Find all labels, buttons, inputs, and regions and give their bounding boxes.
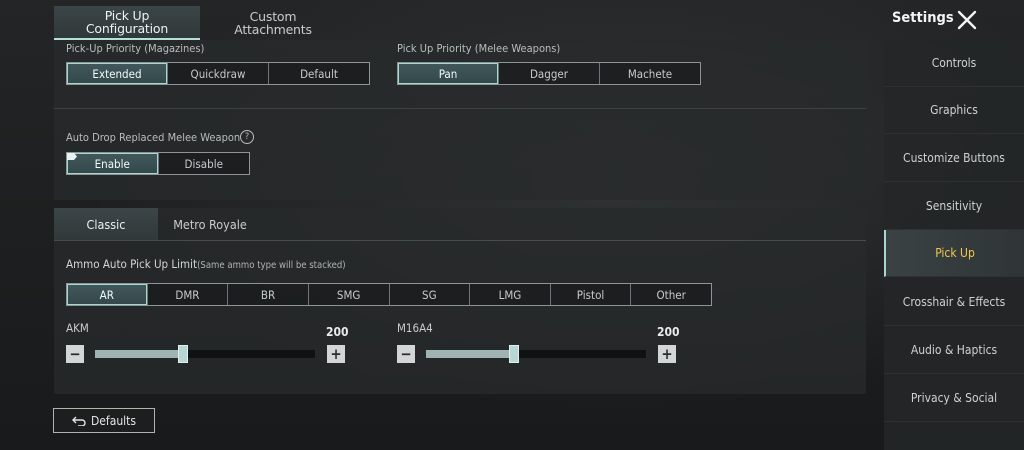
help-icon[interactable]: ? xyxy=(240,130,254,144)
sidebar-item-pick-up[interactable]: Pick Up xyxy=(884,230,1024,277)
decrease-button[interactable]: − xyxy=(397,345,415,363)
increase-button[interactable]: + xyxy=(327,345,345,363)
akm-slider-track[interactable] xyxy=(95,350,315,358)
tab-classic[interactable]: Classic xyxy=(54,208,158,240)
top-tab-bar: Pick Up Configuration Custom Attachments xyxy=(54,6,346,40)
tab-label: Custom Attachments xyxy=(234,9,312,37)
sidebar-item-graphics[interactable]: Graphics xyxy=(884,87,1024,134)
category-smg[interactable]: SMG xyxy=(309,284,390,305)
weapon-name-akm: AKM xyxy=(66,321,89,335)
m16a4-slider-thumb[interactable] xyxy=(509,345,519,363)
increase-button[interactable]: + xyxy=(658,345,676,363)
defaults-button[interactable]: Defaults xyxy=(53,408,155,433)
sidebar-item-audio-haptics[interactable]: Audio & Haptics xyxy=(884,327,1024,374)
category-lmg[interactable]: LMG xyxy=(470,284,551,305)
decrease-button[interactable]: − xyxy=(66,345,84,363)
category-br[interactable]: BR xyxy=(228,284,309,305)
category-ar[interactable]: AR xyxy=(67,284,148,305)
option-pan[interactable]: Pan xyxy=(398,63,499,84)
reset-icon xyxy=(71,416,86,426)
auto-drop-label: Auto Drop Replaced Melee Weapon xyxy=(66,131,241,144)
settings-screen: Pick Up Configuration Custom Attachments P… xyxy=(0,0,1024,450)
option-enable[interactable]: Enable xyxy=(67,153,159,174)
defaults-label: Defaults xyxy=(90,413,137,428)
settings-title: Settings xyxy=(892,10,954,26)
category-dmr[interactable]: DMR xyxy=(148,284,229,305)
category-pistol[interactable]: Pistol xyxy=(551,284,632,305)
sidebar-item-crosshair-effects[interactable]: Crosshair & Effects xyxy=(884,279,1024,326)
auto-drop-selector: Enable Disable xyxy=(66,152,250,175)
sidebar-item-controls[interactable]: Controls xyxy=(884,40,1024,87)
tab-pick-up-configuration[interactable]: Pick Up Configuration xyxy=(54,6,200,40)
option-machete[interactable]: Machete xyxy=(600,63,700,84)
tab-metro-royale[interactable]: Metro Royale xyxy=(158,208,262,240)
melee-priority-selector: Pan Dagger Machete xyxy=(397,62,701,85)
option-default[interactable]: Default xyxy=(269,63,369,84)
option-dagger[interactable]: Dagger xyxy=(499,63,600,84)
ammo-limit-note: (Same ammo type will be stacked) xyxy=(197,260,346,271)
magazines-priority-label: Pick-Up Priority (Magazines) xyxy=(66,42,205,54)
sidebar-item-customize-buttons[interactable]: Customize Buttons xyxy=(884,135,1024,182)
category-other[interactable]: Other xyxy=(631,284,711,305)
akm-slider-fill xyxy=(95,350,183,358)
weapon-value-m16a4: 200 xyxy=(657,325,680,339)
tab-underline xyxy=(54,240,866,241)
tab-custom-attachments[interactable]: Custom Attachments xyxy=(200,6,346,40)
option-extended[interactable]: Extended xyxy=(67,63,168,84)
option-quickdraw[interactable]: Quickdraw xyxy=(168,63,269,84)
section-divider xyxy=(54,108,866,109)
tab-label: Pick Up Configuration xyxy=(85,8,169,36)
sidebar-item-sensitivity[interactable]: Sensitivity xyxy=(884,183,1024,230)
flag-icon xyxy=(67,153,77,160)
option-disable[interactable]: Disable xyxy=(159,153,250,174)
akm-slider-thumb[interactable] xyxy=(178,345,188,363)
m16a4-slider-track[interactable] xyxy=(426,350,646,358)
sidebar-item-privacy-social[interactable]: Privacy & Social xyxy=(884,375,1024,422)
weapon-name-m16a4: M16A4 xyxy=(397,321,433,335)
close-icon[interactable] xyxy=(956,9,978,31)
m16a4-slider-fill xyxy=(426,350,514,358)
ammo-limit-title: Ammo Auto Pick Up Limit(Same ammo type w… xyxy=(66,257,346,271)
category-sg[interactable]: SG xyxy=(390,284,471,305)
ammo-category-selector: AR DMR BR SMG SG LMG Pistol Other xyxy=(66,283,712,306)
magazines-priority-selector: Extended Quickdraw Default xyxy=(66,62,370,85)
melee-priority-label: Pick Up Priority (Melee Weapons) xyxy=(397,42,561,54)
weapon-value-akm: 200 xyxy=(326,325,349,339)
